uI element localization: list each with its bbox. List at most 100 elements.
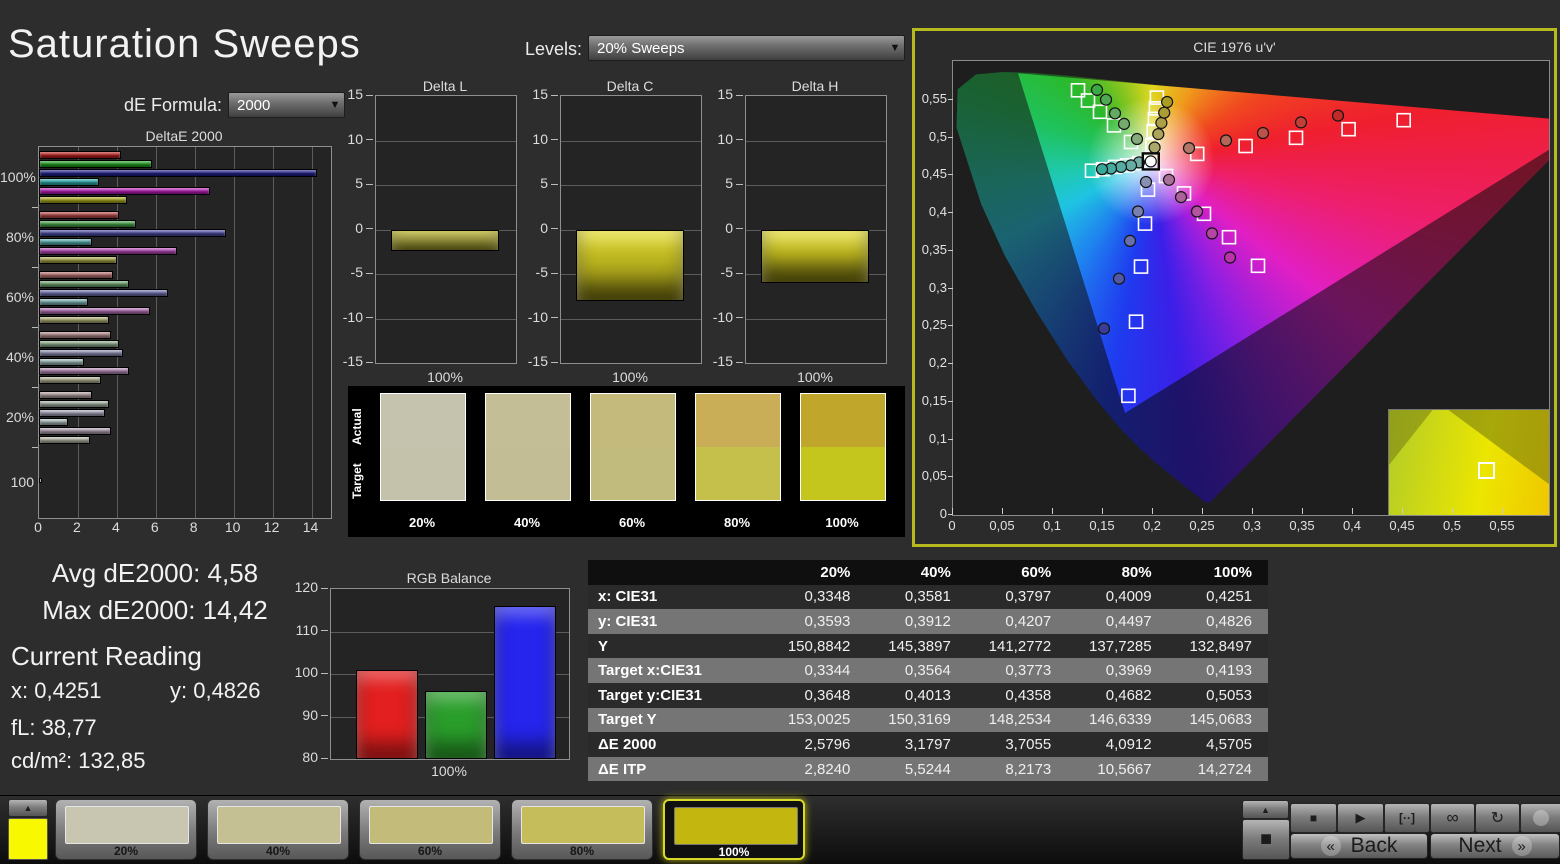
stop-large-button[interactable]: ■ <box>1242 819 1290 860</box>
avg-de2000-reading: Avg dE2000: 4,58 <box>51 558 259 588</box>
scroll-up-button[interactable]: ▲ <box>8 799 48 817</box>
value-cell: 0,4358 <box>1005 686 1052 704</box>
table-row: Target y:CIE31 0,3648 0,4013 0,4358 0,4682 0,… <box>588 682 1268 708</box>
patch-label: 40% <box>265 844 291 858</box>
y-axis-tick-label: -5 <box>350 264 363 280</box>
measured-marker-cyan <box>1124 159 1138 172</box>
target-marker-magenta <box>1221 229 1237 245</box>
axis-tick <box>1002 508 1003 514</box>
measured-marker-green <box>1130 132 1144 146</box>
status-button[interactable] <box>1520 803 1560 833</box>
cie-diagram-panel[interactable]: CIE 1976 u'v' 0 0,05 0,1 0,15 0,2 0,25 0,3 0,35… <box>912 28 1557 547</box>
measured-marker-cyan <box>1095 163 1109 176</box>
patch-button-60%[interactable]: 60% <box>359 799 501 860</box>
deltae-bar <box>39 400 110 408</box>
axis-tick <box>736 228 743 229</box>
swatch-level-label: 100% <box>825 515 859 530</box>
de-formula-dropdown[interactable]: 2000 ▼ <box>228 92 345 118</box>
value-cell: 2,5796 <box>804 735 851 753</box>
value-cell: 0,4682 <box>1105 686 1152 704</box>
deltae-bar <box>39 298 88 306</box>
y-axis-tick-label: 0,45 <box>921 166 947 182</box>
y-axis-tick-label: 10 <box>532 130 548 147</box>
measured-marker-blue <box>1123 234 1137 247</box>
deltae-bar <box>39 187 211 195</box>
page-title: Saturation Sweeps <box>8 22 361 66</box>
target-marker-green <box>1092 104 1108 120</box>
target-marker-green <box>1070 82 1086 98</box>
y-axis-tick-label: -10 <box>527 308 548 325</box>
deltae-bar <box>39 358 84 366</box>
play-button[interactable]: ▶ <box>1337 803 1384 833</box>
deltae-bar <box>39 340 119 348</box>
next-button[interactable]: Next » <box>1430 833 1560 859</box>
x-axis-tick-label: 14 <box>302 519 319 535</box>
cie-plot-area <box>952 60 1550 516</box>
y-axis-tick-label: 0,1 <box>928 430 947 446</box>
patch-swatch <box>65 806 189 844</box>
value-cell: 0,3969 <box>1105 662 1152 680</box>
gridline <box>376 185 516 186</box>
patch-button-40%[interactable]: 40% <box>207 799 349 860</box>
deltae-bar <box>39 478 42 483</box>
levels-dropdown[interactable]: 20% Sweeps ▼ <box>588 35 905 61</box>
group-label: 20% <box>5 409 34 425</box>
axis-tick <box>32 207 38 208</box>
target-marker-red <box>1396 112 1412 128</box>
actual-swatch <box>801 394 885 447</box>
table-column-header: 20% <box>820 563 851 581</box>
deltae-bar <box>39 238 92 246</box>
swatch-pair <box>800 393 886 501</box>
axis-tick <box>366 183 373 185</box>
continuous-measure-button[interactable]: ∞ <box>1430 803 1475 833</box>
value-cell: 145,3897 <box>888 637 951 655</box>
stop-button[interactable]: ■ <box>1290 803 1337 833</box>
gridline <box>561 185 701 186</box>
gridline <box>376 318 516 320</box>
levels-label: Levels: <box>524 39 582 59</box>
deltae-bar <box>39 331 111 339</box>
axis-tick <box>948 325 953 327</box>
deltae-bar <box>39 376 102 384</box>
target-marker-blue <box>1133 259 1149 274</box>
table-row: Y 150,8842 145,3897 141,2772 137,7285 132,849… <box>588 633 1268 659</box>
patch-button-20%[interactable]: 20% <box>55 799 197 860</box>
y-axis-tick-label: 0,4 <box>928 204 947 219</box>
measured-marker-yellow <box>1148 141 1161 154</box>
value-cell: 0,3773 <box>1005 662 1052 680</box>
value-cell: 146,6339 <box>1089 711 1152 729</box>
next-button-label: Next <box>1458 834 1502 857</box>
axis-tick <box>321 672 328 674</box>
target-swatch <box>801 447 885 500</box>
measured-marker-blue <box>1139 175 1153 189</box>
target-swatch <box>591 447 675 500</box>
deltae-bar <box>39 247 178 255</box>
patch-button-100%[interactable]: 100% <box>663 799 805 860</box>
axis-tick <box>551 272 558 274</box>
refresh-button[interactable]: ↻ <box>1475 803 1520 833</box>
axis-tick <box>366 317 373 318</box>
infinity-icon: ∞ <box>1446 808 1459 827</box>
patch-button-80%[interactable]: 80% <box>511 799 653 860</box>
swatch-level-label: 80% <box>723 515 751 530</box>
refresh-icon: ↻ <box>1490 810 1505 827</box>
axis-tick <box>948 249 953 251</box>
value-cell: 148,2534 <box>988 711 1052 729</box>
value-cell: 0,3348 <box>804 588 851 606</box>
axis-tick <box>321 757 328 759</box>
back-button[interactable]: « Back <box>1290 833 1428 859</box>
actual-target-swatch-panel: Actual Target 20% 40% 60% 80% 100% <box>348 386 905 537</box>
transport-up-button[interactable]: ▲ <box>1242 800 1289 819</box>
target-marker-red <box>1341 121 1356 137</box>
measured-marker-magenta <box>1223 251 1237 264</box>
measured-marker-yellow <box>1152 127 1165 141</box>
measured-marker-red <box>1256 126 1270 140</box>
stop-icon: ■ <box>1309 811 1318 825</box>
value-cell: 0,3593 <box>804 612 851 630</box>
single-measure-button[interactable]: [··] <box>1384 803 1430 833</box>
x-axis-tick-label: 0,45 <box>1389 518 1415 533</box>
row-label-cell: y: CIE31 <box>598 612 658 630</box>
y-axis-tick-label: -15 <box>342 353 363 369</box>
patch-swatch <box>369 806 493 844</box>
table-column-header: 80% <box>1121 563 1152 581</box>
